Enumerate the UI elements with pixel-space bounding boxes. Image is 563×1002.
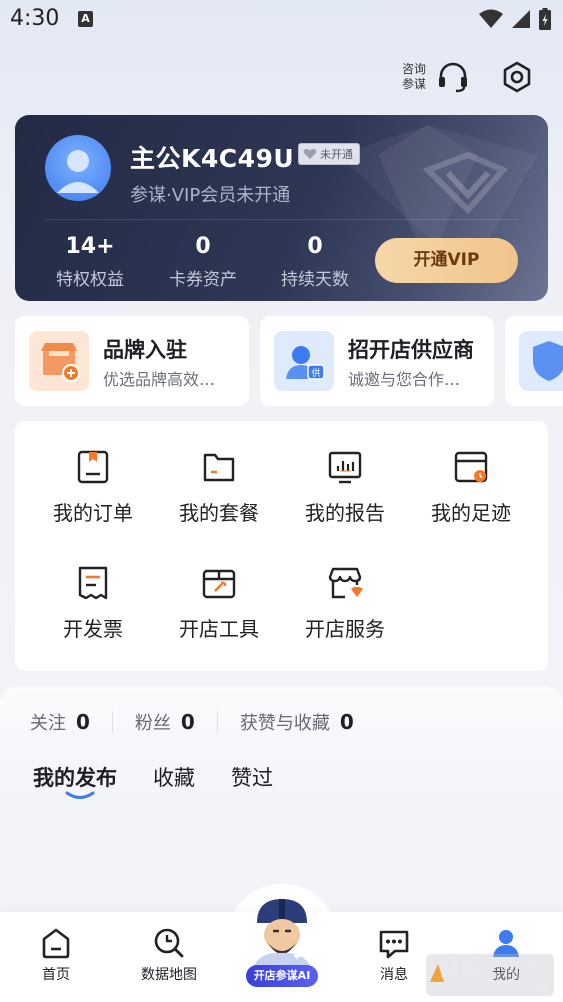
- promo-title: 品牌入驻: [103, 338, 187, 362]
- count-divider: [216, 711, 218, 733]
- likes-count[interactable]: 0: [340, 710, 354, 734]
- shop-service-icon: [328, 567, 363, 599]
- menu-label: 我的报告: [305, 501, 385, 525]
- home-icon: [42, 928, 70, 959]
- status-bar: 4:30 A: [0, 0, 563, 40]
- watermark-suffix: .NET: [508, 958, 547, 976]
- follow-count[interactable]: 0: [76, 710, 90, 734]
- invoice-icon: [78, 566, 108, 600]
- vip-status-text: 参谋·VIP会员未开通: [130, 185, 291, 206]
- supplier-icon: 供: [274, 331, 334, 391]
- promo-subtitle: 诚邀与您合作…: [348, 370, 461, 389]
- vip-badge-text: 未开通: [320, 148, 353, 161]
- stat-label: 卡券资产: [169, 270, 237, 290]
- menu-label: 开发票: [63, 617, 123, 641]
- menu-item-invoice[interactable]: 开发票: [30, 565, 156, 642]
- menu-item-shop-service[interactable]: 开店服务: [282, 565, 408, 642]
- stat-days[interactable]: 0 持续天数: [270, 233, 360, 290]
- nav-label: 首页: [42, 967, 70, 983]
- nav-home[interactable]: 首页: [6, 926, 106, 984]
- consult-label-line2: 参谋: [402, 77, 427, 91]
- status-icons: [479, 8, 551, 30]
- headset-icon[interactable]: [436, 60, 470, 94]
- tab-favorites[interactable]: 收藏: [153, 762, 195, 792]
- menu-label: 开店工具: [179, 617, 259, 641]
- promo-card-partial[interactable]: [505, 316, 563, 406]
- consult-label-line1: 咨询: [402, 62, 427, 76]
- username: 主公K4C49U: [130, 144, 295, 173]
- ai-assistant-label[interactable]: 开店参谋AI: [246, 965, 318, 987]
- promo-title: 招开店供应商: [348, 338, 474, 362]
- ai-mascot-icon[interactable]: [243, 893, 321, 973]
- follow-label[interactable]: 关注: [30, 709, 66, 735]
- menu-item-footprints[interactable]: 我的足迹: [408, 449, 534, 526]
- promo-card-supplier[interactable]: 供 招开店供应商 诚邀与您合作…: [260, 316, 494, 406]
- promo-subtitle: 优选品牌高效…: [103, 370, 216, 389]
- fans-label[interactable]: 粉丝: [135, 709, 171, 735]
- likes-label[interactable]: 获赞与收藏: [240, 709, 330, 735]
- stat-privileges[interactable]: 14+ 特权权益: [45, 233, 135, 290]
- wifi-icon: [479, 9, 503, 28]
- tab-label: 我的发布: [33, 766, 117, 790]
- stat-value: 0: [307, 234, 323, 259]
- tab-label: 收藏: [153, 766, 195, 790]
- tab-label: 赞过: [231, 766, 273, 790]
- data-map-icon: [154, 928, 184, 958]
- default-avatar-icon: [57, 150, 99, 193]
- watermark-subtext: 乐游网: [506, 981, 548, 997]
- battery-icon: [539, 8, 551, 30]
- promo-card-brand[interactable]: 品牌入驻 优选品牌高效…: [15, 316, 249, 406]
- menu-item-packages[interactable]: 我的套餐: [156, 449, 282, 526]
- vip-card: 主公K4C49U 未开通 参谋·VIP会员未开通 14+ 特权权益 0 卡券资产…: [15, 115, 548, 301]
- fans-count[interactable]: 0: [181, 710, 195, 734]
- menu-label: 我的订单: [53, 501, 133, 525]
- store-add-icon: [29, 331, 89, 391]
- svg-text:供: 供: [311, 367, 320, 379]
- watermark-text: 962: [440, 951, 502, 984]
- shield-icon: [519, 331, 563, 391]
- stat-value: 0: [195, 234, 211, 259]
- order-icon: [77, 450, 109, 484]
- tab-my-posts[interactable]: 我的发布: [33, 762, 117, 799]
- stat-label: 持续天数: [281, 270, 349, 290]
- menu-item-reports[interactable]: 我的报告: [282, 449, 408, 526]
- report-icon: [328, 451, 362, 484]
- active-tab-indicator: [65, 791, 95, 799]
- open-vip-button[interactable]: 开通VIP: [375, 238, 518, 283]
- tab-liked[interactable]: 赞过: [231, 762, 273, 792]
- message-icon: [379, 930, 409, 959]
- status-time: 4:30: [10, 6, 60, 31]
- settings-icon[interactable]: [500, 60, 534, 94]
- menu-item-tools[interactable]: 开店工具: [156, 565, 282, 642]
- menu-item-orders[interactable]: 我的订单: [30, 449, 156, 526]
- nav-data-map[interactable]: 数据地图: [119, 926, 219, 984]
- stat-coupons[interactable]: 0 卡券资产: [158, 233, 248, 290]
- content-tabs: 我的发布 收藏 赞过: [33, 762, 273, 799]
- menu-label: 我的足迹: [431, 501, 511, 525]
- promo-row: 品牌入驻 优选品牌高效… 供 招开店供应商 诚邀与您合作…: [15, 316, 563, 408]
- toolbox-icon: [202, 569, 236, 599]
- avatar[interactable]: [45, 135, 111, 201]
- social-counts: 关注 0 粉丝 0 获赞与收藏 0: [30, 708, 354, 736]
- footprint-icon: [454, 451, 488, 483]
- stat-label: 特权权益: [56, 270, 124, 290]
- consult-label[interactable]: 咨询 参谋: [402, 62, 438, 92]
- vip-status-badge: 未开通: [298, 143, 360, 165]
- menu-label: 我的套餐: [179, 501, 259, 525]
- nav-label: 数据地图: [141, 967, 197, 983]
- signal-icon: [512, 10, 530, 28]
- package-icon: [203, 453, 235, 482]
- notification-a-icon: A: [78, 11, 93, 27]
- menu-label: 开店服务: [305, 617, 385, 641]
- count-divider: [111, 711, 113, 733]
- heart-badge-icon: [303, 149, 317, 159]
- stat-value: 14+: [65, 234, 115, 259]
- vip-divider: [45, 219, 518, 220]
- menu-card: 我的订单 我的套餐 我的报告 我的足迹 开发票 开店工具 开店服务: [15, 421, 548, 671]
